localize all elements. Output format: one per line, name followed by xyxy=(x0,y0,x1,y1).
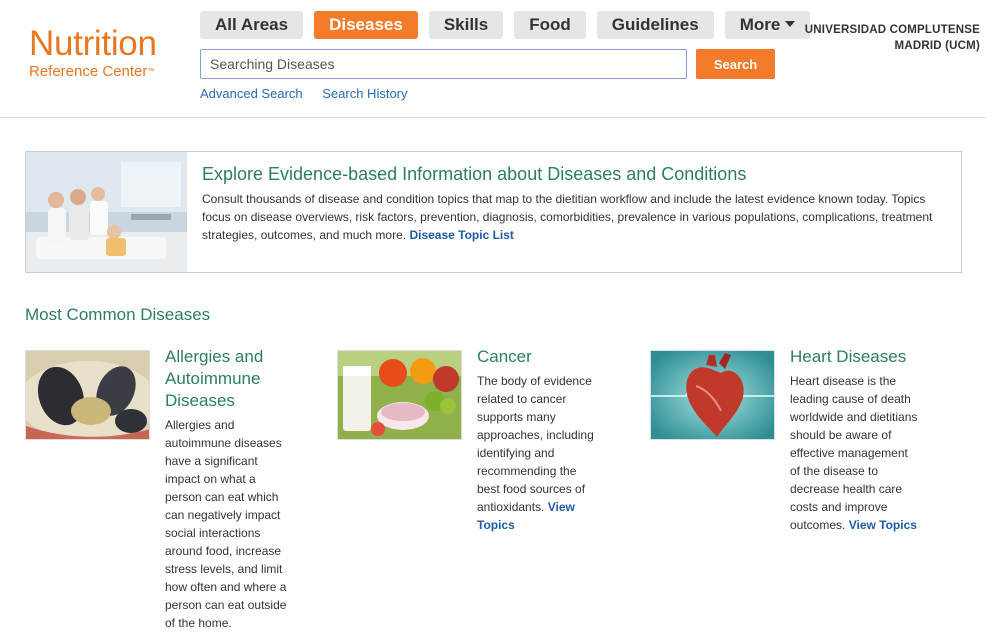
heart-image[interactable] xyxy=(650,350,775,440)
institution-line1: UNIVERSIDAD COMPLUTENSE xyxy=(804,24,980,36)
section-title: Most Common Diseases xyxy=(25,305,211,324)
cancer-description: The body of evidence related to cancer s… xyxy=(477,374,594,532)
banner-hospital-image xyxy=(26,152,187,272)
search-history-link[interactable]: Search History xyxy=(322,86,407,101)
banner-title: Explore Evidence-based Information about… xyxy=(202,164,747,184)
header: Nutrition Reference Center™ All Areas Di… xyxy=(0,0,986,118)
tab-all-areas[interactable]: All Areas xyxy=(200,11,304,39)
logo-title: Nutrition xyxy=(29,24,157,63)
search-input[interactable] xyxy=(200,49,687,79)
allergies-image[interactable] xyxy=(25,350,150,440)
heart-description: Heart disease is the leading cause of de… xyxy=(790,374,918,532)
banner-description: Consult thousands of disease and conditi… xyxy=(202,192,933,242)
chevron-down-icon xyxy=(785,20,796,27)
allergies-title[interactable]: Allergies and Autoimmune Diseases xyxy=(165,346,290,412)
tab-food[interactable]: Food xyxy=(514,11,586,39)
cancer-title[interactable]: Cancer xyxy=(477,346,607,368)
logo[interactable]: Nutrition Reference Center™ xyxy=(29,26,157,82)
diseases-banner: Explore Evidence-based Information about… xyxy=(25,151,962,273)
institution-name: UNIVERSIDAD COMPLUTENSE MADRID (UCM) xyxy=(805,22,980,54)
search-button[interactable]: Search xyxy=(696,49,775,79)
tab-skills[interactable]: Skills xyxy=(428,11,504,39)
logo-subtitle: Reference Center™ xyxy=(29,63,155,80)
advanced-search-link[interactable]: Advanced Search xyxy=(200,86,303,101)
allergies-description: Allergies and autoimmune diseases have a… xyxy=(165,418,287,630)
institution-line2: MADRID (UCM) xyxy=(894,40,980,52)
heart-title[interactable]: Heart Diseases xyxy=(790,346,925,368)
tab-diseases[interactable]: Diseases xyxy=(314,11,418,39)
search-sub-links: Advanced Search Search History xyxy=(200,86,424,101)
area-tabs: All Areas Diseases Skills Food Guideline… xyxy=(200,11,821,39)
cancer-image[interactable] xyxy=(337,350,462,440)
tab-more[interactable]: More xyxy=(724,11,811,39)
disease-topic-list-link[interactable]: Disease Topic List xyxy=(409,228,513,242)
heart-view-topics-link[interactable]: View Topics xyxy=(849,518,917,532)
tab-guidelines[interactable]: Guidelines xyxy=(596,11,714,39)
